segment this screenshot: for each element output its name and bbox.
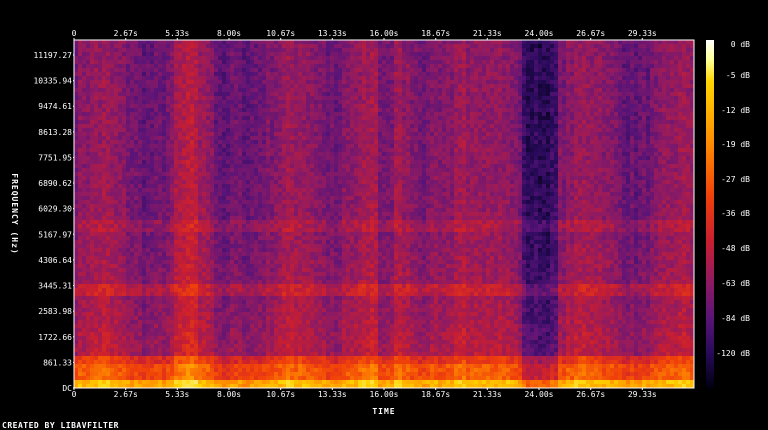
credit-text: CREATED BY LIBAVFILTER <box>2 421 119 430</box>
x-tick-top-label: 29.33s <box>628 29 657 38</box>
x-tick-bottom-label: 13.33s <box>318 390 347 399</box>
x-tick-bottom-label: 29.33s <box>628 390 657 399</box>
colorbar-tick-label: -63 dB <box>721 279 750 288</box>
colorbar-tick-label: -120 dB <box>716 349 750 358</box>
x-tick-top-label: 8.00s <box>217 29 241 38</box>
x-tick-top-label: 5.33s <box>165 29 189 38</box>
y-tick-label: 861.33 <box>43 358 72 367</box>
x-tick-bottom-label: 24.00s <box>525 390 554 399</box>
y-tick-label: 9474.61 <box>38 102 72 111</box>
colorbar-tick-label: 0 dB <box>731 40 750 49</box>
x-tick-bottom-label: 5.33s <box>165 390 189 399</box>
x-axis-bottom: 0 2.67s 5.33s 8.00s 10.67s 13.33s 16.00s 18.67s… <box>72 388 657 399</box>
y-tick-label: 3445.31 <box>38 282 72 291</box>
x-tick-bottom-label: 10.67s <box>266 390 295 399</box>
x-tick-top-label: 13.33s <box>318 29 347 38</box>
x-tick-bottom-label: 16.00s <box>370 390 399 399</box>
x-axis-label: TIME <box>372 407 395 416</box>
x-tick-bottom-label: 26.67s <box>576 390 605 399</box>
y-tick-label: 1722.66 <box>38 333 72 342</box>
colorbar <box>706 40 714 388</box>
colorbar-tick-label: -48 dB <box>721 244 750 253</box>
colorbar-tick-label: -5 dB <box>726 71 750 80</box>
x-tick-top-label: 21.33s <box>473 29 502 38</box>
x-tick-bottom-label: 8.00s <box>217 390 241 399</box>
colorbar-tick-label: -19 dB <box>721 140 750 149</box>
y-axis: DC 861.33 1722.66 2583.98 3445.31 4306.64 5167… <box>33 51 74 393</box>
x-tick-bottom-label: 2.67s <box>114 390 138 399</box>
y-tick-label: 6890.62 <box>38 179 72 188</box>
colorbar-tick-label: -84 dB <box>721 314 750 323</box>
x-tick-top-label: 10.67s <box>266 29 295 38</box>
x-tick-top-label: 24.00s <box>525 29 554 38</box>
y-tick-label: 5167.97 <box>38 230 72 239</box>
colorbar-tick-label: -12 dB <box>721 106 750 115</box>
x-tick-top-label: 26.67s <box>576 29 605 38</box>
x-tick-top-label: 18.67s <box>421 29 450 38</box>
x-tick-bottom-label: 0 <box>72 390 77 399</box>
spectrogram-heatmap <box>74 40 695 389</box>
y-axis-label: FREQUENCY (Hz) <box>10 173 19 254</box>
x-axis-top: 0 2.67s 5.33s 8.00s 10.67s 13.33s 16.00s 18.67s… <box>72 29 657 40</box>
colorbar-ticks: 0 dB -5 dB -12 dB -19 dB -27 dB -36 dB -48 dB -… <box>716 40 750 358</box>
colorbar-tick-label: -36 dB <box>721 209 750 218</box>
colorbar-tick-label: -27 dB <box>721 175 750 184</box>
y-tick-label: 2583.98 <box>38 307 72 316</box>
y-tick-label: 4306.64 <box>38 256 72 265</box>
x-tick-top-label: 0 <box>72 29 77 38</box>
x-tick-top-label: 2.67s <box>114 29 138 38</box>
y-tick-label: DC <box>62 384 72 393</box>
x-tick-bottom-label: 18.67s <box>421 390 450 399</box>
y-tick-label: 6029.30 <box>38 205 72 214</box>
x-tick-top-label: 16.00s <box>370 29 399 38</box>
y-tick-label: 11197.27 <box>33 51 72 60</box>
spectrogram-figure: 0 2.67s 5.33s 8.00s 10.67s 13.33s 16.00s 18.67s… <box>10 29 750 416</box>
x-tick-bottom-label: 21.33s <box>473 390 502 399</box>
y-tick-label: 7751.95 <box>38 153 72 162</box>
y-tick-label: 8613.28 <box>38 128 72 137</box>
y-tick-label: 10335.94 <box>33 77 72 86</box>
